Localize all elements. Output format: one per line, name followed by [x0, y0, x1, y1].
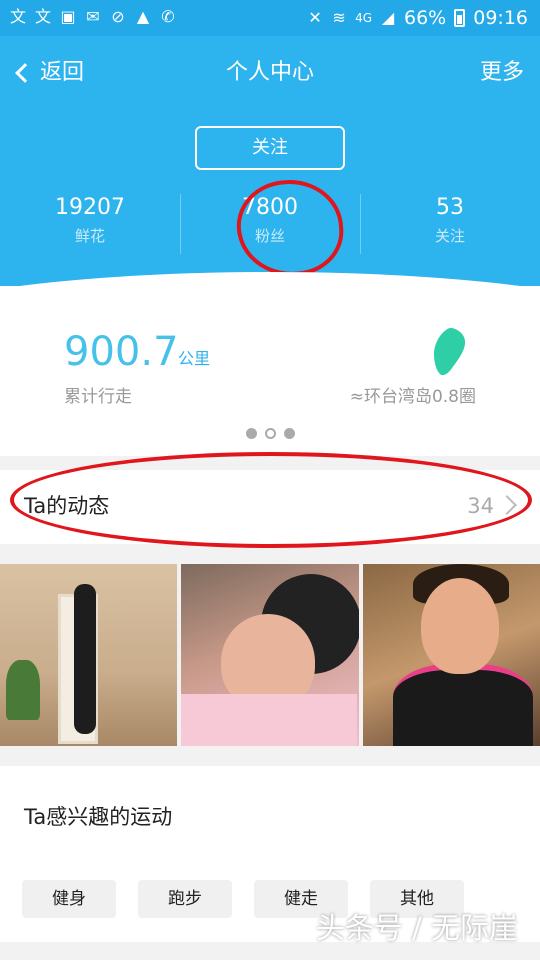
profile-header: 返回 个人中心 更多 关注 19207 鲜花 7800 粉丝 53 关注 — [0, 36, 540, 286]
photo-selfie-lying[interactable] — [181, 564, 359, 746]
battery-icon — [454, 9, 466, 27]
photo-face — [420, 578, 499, 674]
signal-icon: ◢ — [381, 8, 395, 27]
stat-flowers[interactable]: 19207 鲜花 — [0, 192, 180, 262]
distance-comparison: ≈环台湾岛0.8圈 — [349, 387, 476, 407]
photo-plant — [6, 660, 40, 720]
mail-icon: ✉ — [86, 7, 100, 26]
app-notification-icon: 文 — [35, 7, 52, 26]
photo-sports-top — [392, 664, 533, 746]
page-title: 个人中心 — [225, 60, 314, 85]
status-left-icons: 文 文 ▣ ✉ ⊘ ▲ ✆ — [10, 7, 176, 27]
distance-label: 累计行走 — [64, 387, 132, 407]
carousel-dots — [0, 428, 540, 439]
stat-value: 53 — [436, 195, 464, 220]
stat-value: 19207 — [55, 195, 125, 220]
header-curve — [0, 272, 540, 286]
stat-label: 关注 — [434, 227, 465, 245]
network-4g-icon: 4G — [355, 11, 372, 25]
missed-call-icon: ✆ — [161, 7, 175, 26]
carousel-dot[interactable] — [283, 428, 295, 439]
carousel-dot-active[interactable] — [245, 428, 257, 439]
distance-unit: 公里 — [178, 349, 211, 368]
more-button[interactable]: 更多 — [480, 58, 524, 88]
status-right-icons: ✕ ≋ 4G ◢ 66% 09:16 — [307, 6, 528, 30]
photo-pillow — [181, 694, 358, 746]
wifi-icon: ≋ — [332, 8, 346, 27]
sports-title: Ta感兴趣的运动 — [24, 805, 173, 829]
stat-following[interactable]: 53 关注 — [360, 192, 540, 262]
photo-selfie-gym[interactable] — [362, 564, 540, 746]
carousel-dot[interactable] — [264, 428, 276, 439]
clock: 09:16 — [473, 7, 528, 29]
follow-button[interactable]: 关注 — [195, 126, 345, 170]
photo-strip — [0, 564, 540, 746]
stat-label: 鲜花 — [74, 227, 105, 245]
distance-value: 900.7 — [64, 329, 179, 375]
blocked-icon: ⊘ — [111, 7, 125, 26]
image-icon: ▣ — [60, 7, 76, 26]
sport-tag[interactable]: 健身 — [22, 880, 116, 918]
photo-stretching[interactable] — [0, 564, 178, 746]
red-oval-annotation — [10, 452, 532, 548]
distance-card[interactable]: 900.7 公里 累计行走 ≈环台湾岛0.8圈 — [0, 286, 540, 456]
warning-icon: ▲ — [136, 7, 150, 26]
app-notification-icon: 文 — [10, 7, 27, 26]
battery-percent: 66% — [404, 7, 447, 29]
taiwan-map-icon — [434, 328, 466, 376]
photo-figure — [74, 584, 96, 734]
watermark: 头条号 / 无际崖 — [315, 911, 518, 945]
sport-tag[interactable]: 跑步 — [138, 880, 232, 918]
mute-icon: ✕ — [308, 8, 322, 27]
status-bar: 文 文 ▣ ✉ ⊘ ▲ ✆ ✕ ≋ 4G ◢ 66% 09:16 — [0, 0, 540, 36]
